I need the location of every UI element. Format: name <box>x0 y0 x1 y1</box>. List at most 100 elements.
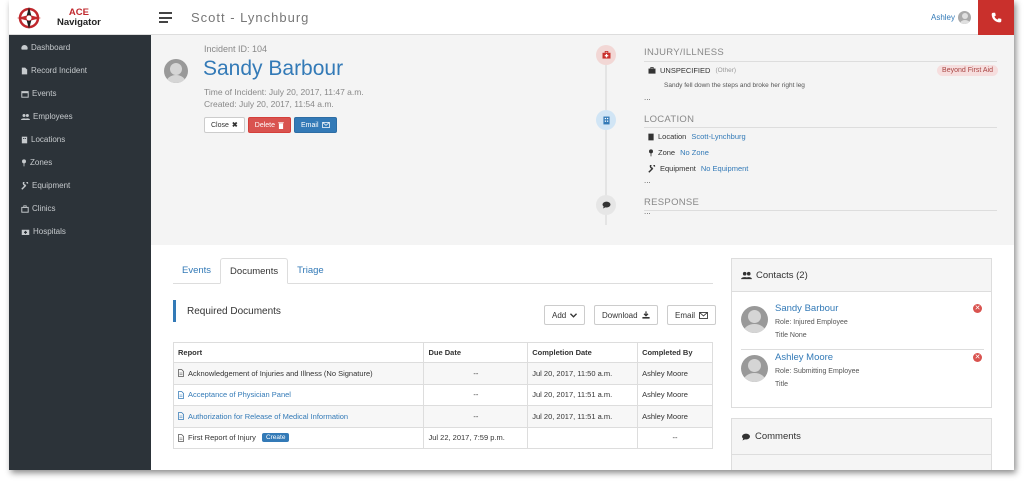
sidebar-item-events[interactable]: Events <box>9 82 151 105</box>
sidebar-item-label: Clinics <box>32 204 56 213</box>
sidebar-item-label: Zones <box>30 158 53 167</box>
sidebar-item-zones[interactable]: Zones <box>9 151 151 174</box>
response-section-title: RESPONSE <box>644 197 700 208</box>
tab-events[interactable]: Events <box>173 257 220 283</box>
completed-by: Ashley Moore <box>637 362 713 385</box>
equipment-link[interactable]: No Equipment <box>701 164 749 173</box>
contact-title: Title None <box>775 332 807 339</box>
injury-type-row: UNSPECIFIED (Other) <box>648 66 736 75</box>
sidebar-item-record-incident[interactable]: Record Incident <box>9 59 151 82</box>
medkit-icon <box>21 204 29 213</box>
sidebar-item-locations[interactable]: Locations <box>9 128 151 151</box>
comments-heading: Comments <box>755 431 801 442</box>
tab-triage[interactable]: Triage <box>288 257 333 283</box>
sidebar-item-clinics[interactable]: Clinics <box>9 197 151 220</box>
menu-toggle-icon[interactable] <box>159 12 172 26</box>
call-button[interactable] <box>978 0 1014 35</box>
download-icon <box>641 311 650 319</box>
tab-documents[interactable]: Documents <box>220 258 289 284</box>
file-icon <box>178 369 184 377</box>
sidebar-item-hospitals[interactable]: Hospitals <box>9 220 151 243</box>
equipment-label: Equipment <box>660 164 696 173</box>
injury-type-detail: (Other) <box>715 67 737 74</box>
envelope-icon <box>321 122 330 128</box>
file-icon <box>178 412 184 420</box>
sidebar-item-label: Hospitals <box>33 227 66 236</box>
table-row: Acceptance of Physician Panel -- Jul 20,… <box>172 383 713 406</box>
calendar-icon <box>21 90 29 98</box>
close-button[interactable]: Close ✖ <box>204 117 245 133</box>
location-timeline-marker <box>596 110 616 130</box>
equipment-row: Equipment No Equipment <box>648 164 748 173</box>
logo-subtitle: Navigator <box>57 16 101 28</box>
table-row: Acknowledgement of Injuries and Illness … <box>172 362 713 385</box>
contact-name[interactable]: Sandy Barbour <box>775 303 838 314</box>
map-pin-icon <box>649 148 653 156</box>
location-section-title: LOCATION <box>644 114 695 125</box>
injury-description: Sandy fell down the steps and broke her … <box>664 82 805 89</box>
zone-row: Zone No Zone <box>648 148 709 157</box>
dashboard-icon <box>21 45 28 50</box>
create-report-button[interactable]: Create <box>261 433 290 443</box>
remove-contact-icon[interactable]: ✕ <box>973 353 982 362</box>
column-header[interactable]: Completion Date <box>527 342 639 363</box>
chevron-down-icon <box>570 312 578 318</box>
user-name[interactable]: Ashley <box>931 13 955 22</box>
sidebar-item-label: Locations <box>31 135 66 144</box>
logo[interactable]: ACE Navigator <box>9 0 151 35</box>
user-menu[interactable]: Ashley <box>931 11 971 24</box>
incident-id: Incident ID: 104 <box>204 44 268 54</box>
contact-role: Role: Submitting Employee <box>775 368 860 375</box>
contact-name[interactable]: Ashley Moore <box>775 352 833 363</box>
injury-type: UNSPECIFIED <box>660 66 711 75</box>
email-button-label: Email <box>301 121 319 129</box>
sidebar-item-employees[interactable]: Employees <box>9 105 151 128</box>
page-title: Scott - Lynchburg <box>191 10 310 25</box>
completed-by: Ashley Moore <box>637 405 713 428</box>
zone-link[interactable]: No Zone <box>680 148 709 157</box>
column-header[interactable]: Due Date <box>423 342 529 363</box>
app-window: ACE Navigator Scott - Lynchburg Ashley D… <box>9 0 1014 470</box>
download-button[interactable]: Download <box>594 305 658 325</box>
documents-table: Report Due Date Completion Date Complete… <box>172 342 713 449</box>
location-link[interactable]: Scott-Lynchburg <box>691 132 745 141</box>
email-incident-button[interactable]: Email <box>294 117 337 133</box>
contact-item: Ashley Moore Role: Submitting Employee T… <box>741 352 984 396</box>
comments-header: Comments <box>732 419 991 455</box>
column-header[interactable]: Report <box>172 342 425 363</box>
injury-more[interactable]: ... <box>644 93 651 102</box>
contact-role: Role: Injured Employee <box>775 319 848 326</box>
sidebar-item-dashboard[interactable]: Dashboard <box>9 36 151 59</box>
response-more[interactable]: ... <box>644 207 651 216</box>
incident-header: Incident ID: 104 Sandy Barbour Time of I… <box>151 35 1014 245</box>
users-icon <box>741 271 752 279</box>
user-avatar-icon[interactable] <box>958 11 971 24</box>
download-button-label: Download <box>602 310 638 320</box>
severity-badge: Beyond First Aid <box>937 65 998 76</box>
sidebar-item-label: Equipment <box>32 181 71 190</box>
completion-date: Jul 20, 2017, 11:50 a.m. <box>527 362 639 385</box>
hospital-icon <box>21 229 30 235</box>
divider <box>644 210 997 211</box>
report-link[interactable]: Authorization for Release of Medical Inf… <box>188 412 348 421</box>
location-more[interactable]: ... <box>644 176 651 185</box>
report-name: First Report of Injury <box>188 433 256 443</box>
completion-date <box>527 426 639 449</box>
remove-contact-icon[interactable]: ✕ <box>973 304 982 313</box>
file-icon <box>178 434 184 442</box>
main-content: Events Documents Triage Required Documen… <box>151 245 1014 470</box>
building-icon <box>648 133 654 140</box>
avatar <box>164 59 188 83</box>
incident-person-name[interactable]: Sandy Barbour <box>203 57 343 81</box>
delete-button[interactable]: Delete <box>247 117 292 133</box>
sidebar-item-equipment[interactable]: Equipment <box>9 174 151 197</box>
email-documents-button[interactable]: Email <box>667 305 717 325</box>
contacts-heading: Contacts (2) <box>756 269 808 281</box>
building-icon <box>21 136 28 143</box>
medkit-icon <box>648 67 656 74</box>
add-document-button[interactable]: Add <box>544 305 586 325</box>
column-header[interactable]: Completed By <box>637 342 713 363</box>
report-link[interactable]: Acceptance of Physician Panel <box>188 390 291 399</box>
sidebar-item-label: Record Incident <box>31 66 88 75</box>
top-bar: ACE Navigator Scott - Lynchburg Ashley <box>9 0 1014 35</box>
